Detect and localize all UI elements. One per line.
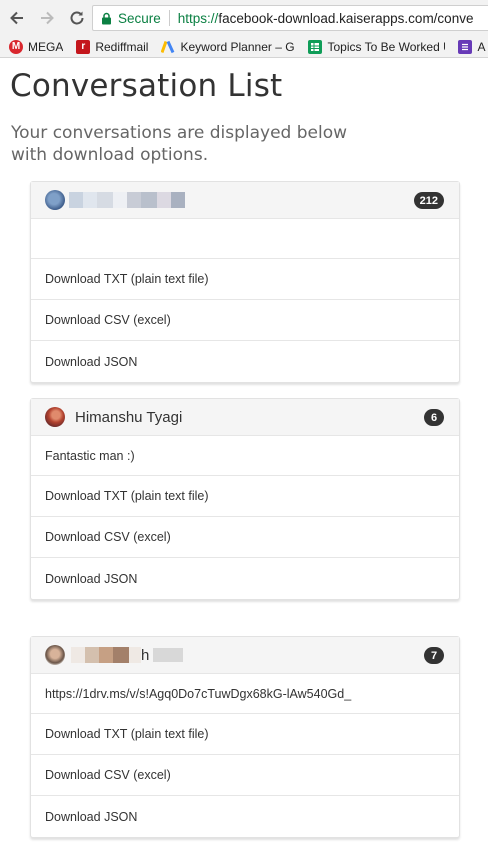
bookmark-mega[interactable]: M MEGA — [9, 39, 64, 54]
contact-name: h — [141, 646, 150, 664]
mega-icon: M — [9, 39, 23, 54]
conversation-card: Himanshu Tyagi 6 Fantastic man :) Downlo… — [30, 398, 460, 600]
download-txt-link[interactable]: Download TXT (plain text file) — [31, 714, 459, 755]
download-csv-link[interactable]: Download CSV (excel) — [31, 755, 459, 796]
address-bar[interactable]: Secure https:// facebook-download.kaiser… — [92, 5, 488, 31]
forms-icon — [458, 39, 473, 54]
conversation-header: h 7 — [31, 637, 459, 674]
bookmark-label: Topics To Be Worked U — [327, 39, 446, 54]
bookmark-label: MEGA — [28, 39, 64, 54]
bookmarks-bar: M MEGA r Rediffmail Keyword Planner – Go… — [0, 36, 488, 58]
back-arrow-icon — [10, 11, 23, 25]
last-message — [31, 219, 459, 259]
url-scheme: https:// — [177, 10, 219, 26]
rediffmail-icon: r — [76, 39, 91, 54]
bookmark-label: Rediffmail — [95, 39, 149, 54]
bookmark-keyword-planner[interactable]: Keyword Planner – Go — [161, 40, 295, 54]
conversation-card: 212 Download TXT (plain text file) Downl… — [30, 181, 460, 383]
conversation-header: Himanshu Tyagi 6 — [31, 399, 459, 436]
page-subtitle: Your conversations are displayed below w… — [11, 123, 348, 165]
download-txt-link[interactable]: Download TXT (plain text file) — [31, 476, 459, 517]
avatar — [45, 407, 65, 427]
redacted-name — [71, 647, 141, 663]
forward-button[interactable] — [34, 5, 60, 31]
download-csv-link[interactable]: Download CSV (excel) — [31, 300, 459, 341]
redacted-name — [69, 192, 185, 208]
last-message: Fantastic man :) — [31, 436, 459, 476]
download-txt-link[interactable]: Download TXT (plain text file) — [31, 259, 459, 300]
download-json-link[interactable]: Download JSON — [31, 341, 459, 382]
google-ads-icon — [161, 40, 175, 54]
download-json-link[interactable]: Download JSON — [31, 796, 459, 837]
reload-button[interactable] — [64, 5, 90, 31]
conversation-card: h 7 https://1drv.ms/v/s!Agq0Do7cTuwDgx68… — [30, 636, 460, 838]
bookmark-label: A — [477, 39, 486, 54]
avatar — [45, 190, 65, 210]
back-button[interactable] — [4, 5, 30, 31]
reload-icon — [70, 11, 84, 25]
redacted-name-suffix — [153, 648, 184, 662]
bookmark-forms[interactable]: A — [458, 39, 486, 54]
bookmark-topics[interactable]: Topics To Be Worked U — [308, 39, 446, 54]
download-csv-link[interactable]: Download CSV (excel) — [31, 517, 459, 558]
avatar — [45, 645, 65, 665]
secure-label: Secure — [118, 10, 161, 26]
contact-name: Himanshu Tyagi — [75, 408, 183, 426]
bookmark-rediffmail[interactable]: r Rediffmail — [76, 39, 149, 54]
message-count-badge: 6 — [424, 409, 444, 426]
conversation-header: 212 — [31, 182, 459, 219]
url-text: facebook-download.kaiserapps.com/conve — [218, 10, 474, 26]
message-count-badge: 7 — [424, 647, 444, 664]
lock-icon — [102, 12, 111, 24]
download-json-link[interactable]: Download JSON — [31, 558, 459, 599]
forward-arrow-icon — [41, 11, 54, 25]
last-message: https://1drv.ms/v/s!Agq0Do7cTuwDgx68kG-l… — [31, 674, 459, 714]
browser-toolbar: Secure https:// facebook-download.kaiser… — [0, 0, 488, 36]
bookmark-label: Keyword Planner – Go — [180, 39, 296, 54]
message-count-badge: 212 — [413, 192, 444, 209]
address-divider — [168, 10, 170, 26]
page-title: Conversation List — [10, 68, 283, 104]
sheets-icon — [308, 39, 323, 54]
